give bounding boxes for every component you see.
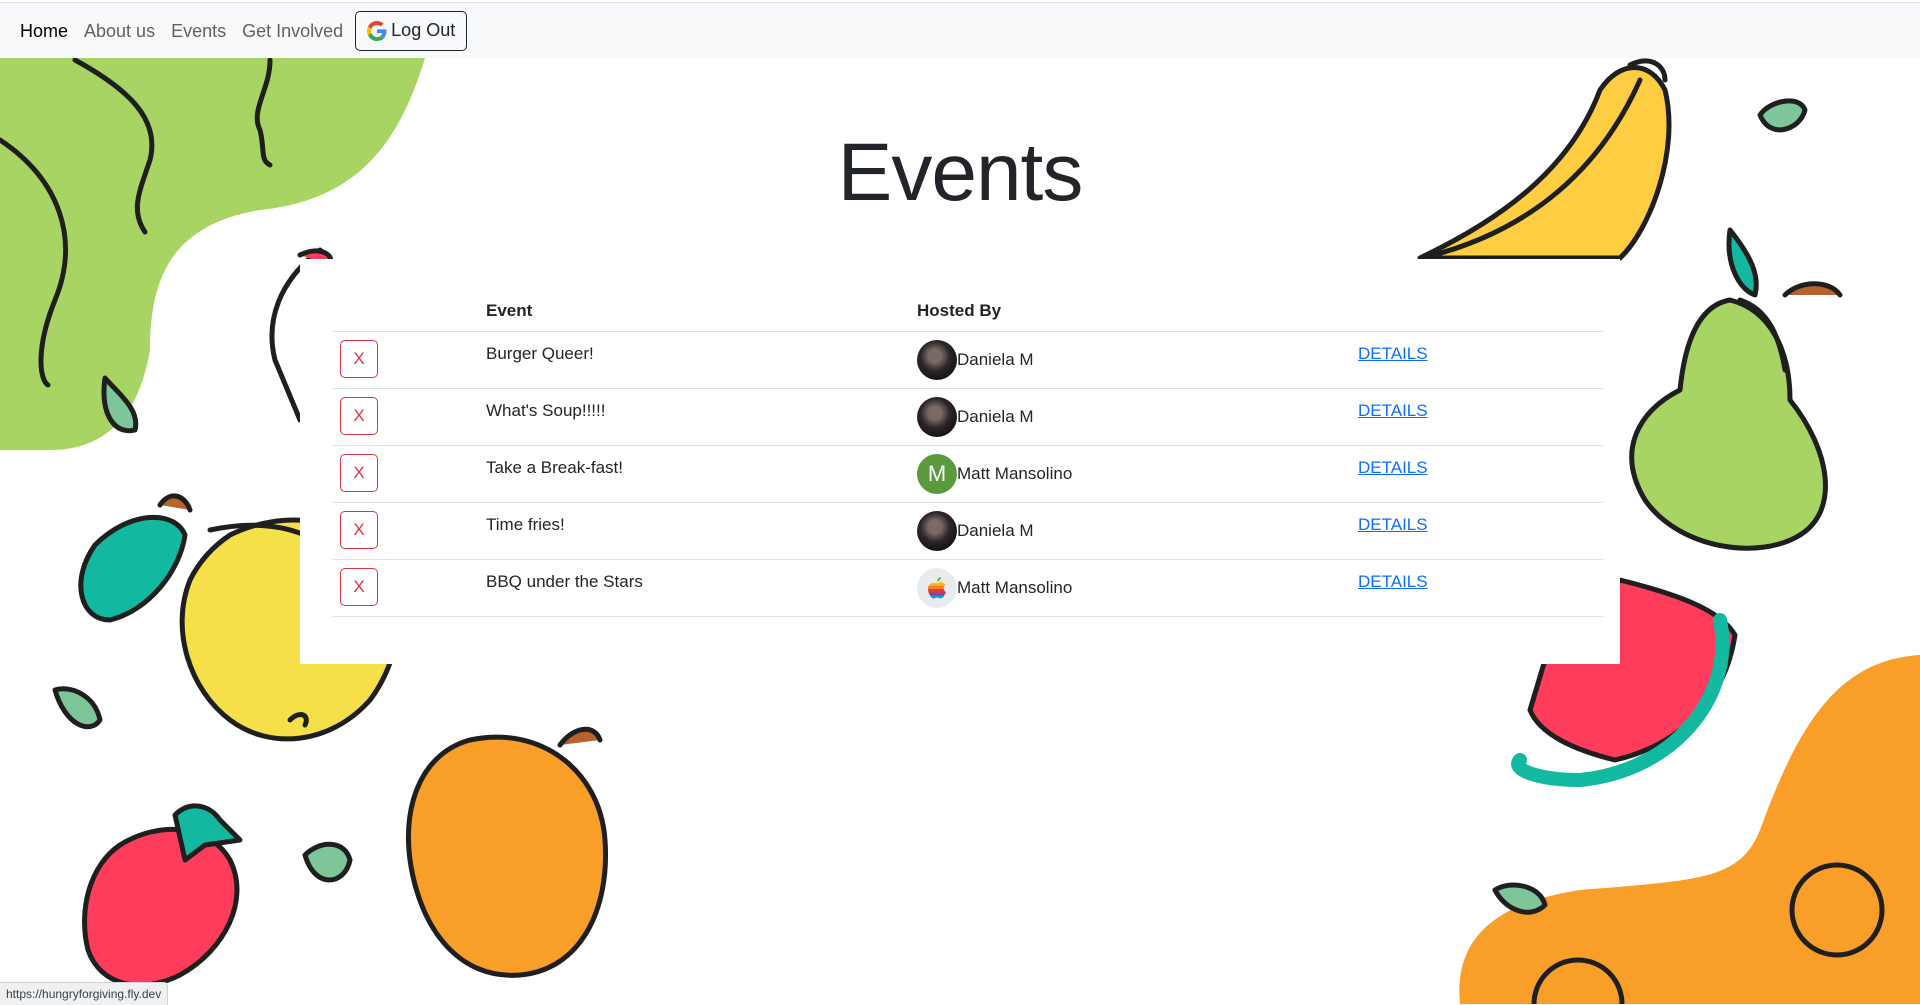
- nav-about-us[interactable]: About us: [76, 3, 163, 59]
- event-name: Time fries!: [486, 502, 917, 560]
- delete-event-button[interactable]: X: [340, 397, 378, 435]
- page-title: Events: [837, 127, 1084, 218]
- event-name: Burger Queer!: [486, 331, 917, 389]
- host-name: Matt Mansolino: [957, 464, 1073, 483]
- event-name: Take a Break-fast!: [486, 445, 917, 503]
- events-table: Event Hosted By X Burger Queer! Daniela …: [332, 290, 1603, 617]
- header-actions: [332, 290, 486, 332]
- table-row: X Time fries! Daniela M DETAILS: [332, 502, 1603, 560]
- apple-logo-icon: [928, 577, 946, 599]
- details-link[interactable]: DETAILS: [1358, 458, 1428, 477]
- host-name: Matt Mansolino: [957, 578, 1073, 597]
- host-name: Daniela M: [957, 521, 1034, 540]
- nav-get-involved[interactable]: Get Involved: [234, 3, 351, 59]
- table-row: X Take a Break-fast! M Matt Mansolino DE…: [332, 445, 1603, 503]
- table-row: X What's Soup!!!!! Daniela M DETAILS: [332, 388, 1603, 446]
- header-hosted-by: Hosted By: [917, 290, 1358, 332]
- delete-event-button[interactable]: X: [340, 511, 378, 549]
- google-g-icon: [367, 20, 387, 41]
- top-navbar: Home About us Events Get Involved Log Ou…: [0, 2, 1920, 58]
- logout-button[interactable]: Log Out: [355, 10, 468, 51]
- details-link[interactable]: DETAILS: [1358, 572, 1428, 591]
- table-row: X Burger Queer! Daniela M DETAILS: [332, 331, 1603, 389]
- status-bar-url: https://hungryforgiving.fly.dev: [0, 982, 169, 1005]
- nav-events[interactable]: Events: [163, 3, 234, 59]
- header-details: [1358, 290, 1603, 332]
- event-name: What's Soup!!!!!: [486, 388, 917, 446]
- delete-event-button[interactable]: X: [340, 568, 378, 606]
- delete-event-button[interactable]: X: [340, 454, 378, 492]
- details-link[interactable]: DETAILS: [1358, 515, 1428, 534]
- host-avatar: [917, 340, 957, 380]
- host-avatar: [917, 397, 957, 437]
- host-avatar: [917, 511, 957, 551]
- logout-label: Log Out: [391, 20, 456, 40]
- delete-event-button[interactable]: X: [340, 340, 378, 378]
- table-row: X BBQ under the Stars Matt Mansolino DET…: [332, 559, 1603, 617]
- table-header-row: Event Hosted By: [332, 290, 1603, 332]
- host-name: Daniela M: [957, 350, 1034, 369]
- details-link[interactable]: DETAILS: [1358, 344, 1428, 363]
- host-name: Daniela M: [957, 407, 1034, 426]
- details-link[interactable]: DETAILS: [1358, 401, 1428, 420]
- header-event: Event: [486, 290, 917, 332]
- event-name: BBQ under the Stars: [486, 559, 917, 617]
- host-avatar: M: [917, 454, 957, 494]
- host-avatar: [917, 568, 957, 608]
- nav-home[interactable]: Home: [12, 3, 76, 59]
